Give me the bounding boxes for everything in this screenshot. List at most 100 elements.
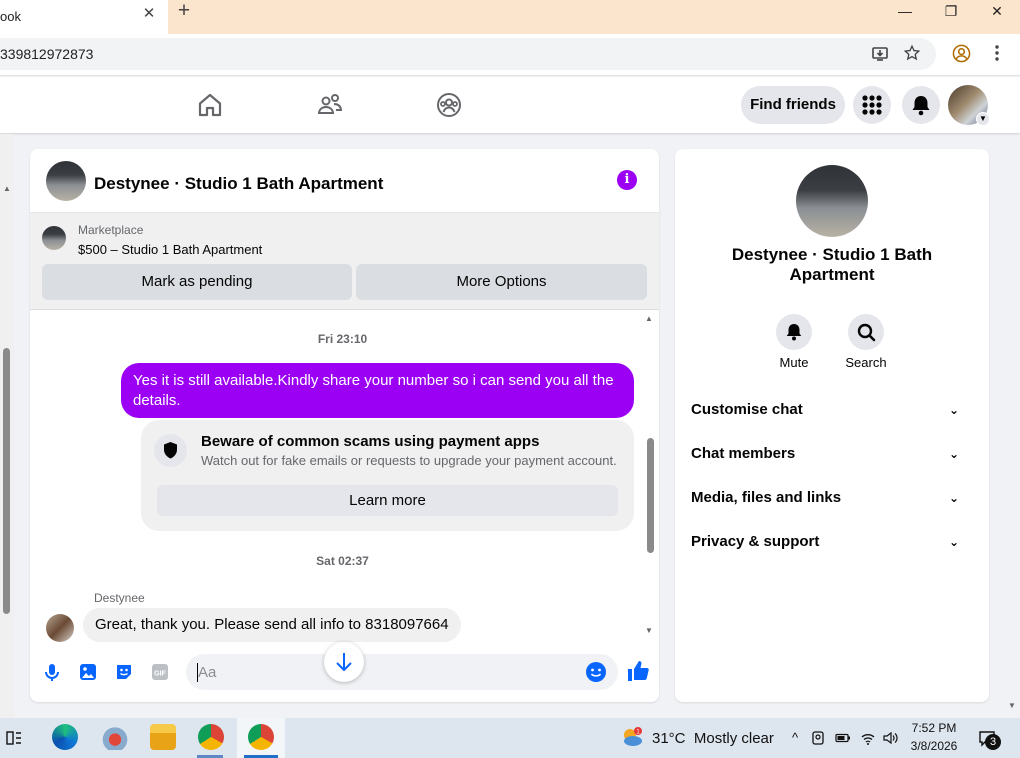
battery-icon[interactable] bbox=[835, 730, 851, 746]
menu-grid-button[interactable] bbox=[853, 86, 891, 124]
marketplace-label: Marketplace bbox=[78, 223, 144, 237]
find-friends-button[interactable]: Find friends bbox=[741, 86, 845, 124]
scam-warning-card: Beware of common scams using payment app… bbox=[141, 420, 634, 531]
browser-tab[interactable]: ook ✕ bbox=[0, 0, 168, 34]
gif-icon[interactable]: GIF bbox=[149, 661, 171, 683]
mark-as-pending-button[interactable]: Mark as pending bbox=[42, 264, 352, 300]
chevron-down-icon: ⌄ bbox=[948, 491, 959, 505]
menu-grid-icon bbox=[862, 95, 882, 115]
sender-avatar[interactable] bbox=[46, 614, 74, 642]
chevron-down-icon: ⌄ bbox=[948, 447, 959, 461]
message-scroll-up-icon[interactable]: ▲ bbox=[645, 314, 653, 323]
chat-title[interactable]: Destynee · Studio 1 Bath Apartment bbox=[94, 174, 383, 194]
message-list: Fri 23:10 Yes it is still available.Kind… bbox=[30, 310, 659, 642]
message-scroll-thumb[interactable] bbox=[647, 438, 654, 553]
notifications-bell-icon bbox=[912, 96, 930, 116]
page-scrollbar-right[interactable]: ▼ bbox=[1006, 134, 1020, 718]
sent-message-bubble[interactable]: Yes it is still available.Kindly share y… bbox=[121, 363, 634, 418]
temperature: 31°C bbox=[652, 730, 686, 747]
row-label: Media, files and links bbox=[691, 489, 842, 506]
chat-panel: Destynee · Studio 1 Bath Apartment i Mar… bbox=[30, 149, 659, 702]
arrow-down-icon bbox=[336, 653, 352, 672]
notification-count-badge: 3 bbox=[985, 734, 1001, 750]
info-icon[interactable]: i bbox=[617, 170, 637, 190]
scroll-to-bottom-button[interactable] bbox=[324, 642, 364, 682]
search-icon bbox=[857, 323, 876, 342]
chrome-profile-window-icon[interactable] bbox=[248, 724, 274, 750]
volume-icon[interactable] bbox=[882, 730, 898, 746]
chevron-down-icon: ⌄ bbox=[948, 535, 959, 549]
weather-condition: Mostly clear bbox=[693, 730, 774, 747]
svg-text:GIF: GIF bbox=[154, 671, 166, 678]
mute-label: Mute bbox=[779, 355, 809, 370]
received-message-bubble[interactable]: Great, thank you. Please send all info t… bbox=[83, 608, 461, 642]
friends-icon[interactable] bbox=[317, 92, 343, 118]
bell-icon bbox=[786, 324, 802, 341]
scroll-down-arrow-icon[interactable]: ▼ bbox=[1008, 701, 1016, 710]
window-close-icon[interactable]: ✕ bbox=[974, 0, 1020, 22]
account-chevron-down-icon[interactable]: ▼ bbox=[976, 112, 990, 126]
mute-button[interactable] bbox=[776, 314, 812, 350]
clock-date[interactable]: 3/8/2026 bbox=[905, 739, 963, 753]
url-text[interactable]: 339812972873 bbox=[0, 46, 93, 62]
install-app-icon[interactable] bbox=[871, 45, 889, 63]
paint-app-icon[interactable] bbox=[102, 724, 128, 750]
timestamp: Sat 02:37 bbox=[316, 554, 369, 568]
marketplace-banner: Marketplace $500 – Studio 1 Bath Apartme… bbox=[30, 213, 659, 310]
chat-info-panel: Destynee · Studio 1 Bath Apartment Mute … bbox=[675, 149, 989, 702]
left-scroll-thumb[interactable] bbox=[3, 348, 10, 614]
tab-close-icon[interactable]: ✕ bbox=[140, 5, 158, 23]
chevron-down-icon: ⌄ bbox=[948, 403, 959, 417]
search-button[interactable] bbox=[848, 314, 884, 350]
row-label: Customise chat bbox=[691, 401, 803, 418]
message-input-placeholder: Aa bbox=[198, 664, 217, 681]
task-view-icon[interactable] bbox=[5, 729, 23, 747]
bookmark-star-icon[interactable] bbox=[903, 44, 921, 62]
media-files-links-row[interactable]: Media, files and links ⌄ bbox=[691, 489, 973, 513]
scam-warning-title: Beware of common scams using payment app… bbox=[201, 433, 540, 450]
weather-text[interactable]: 31°C Mostly clear bbox=[652, 730, 774, 747]
scroll-up-arrow-icon[interactable]: ▲ bbox=[3, 184, 11, 193]
weather-moon-cloud-icon[interactable]: 1 bbox=[620, 727, 644, 747]
learn-more-button[interactable]: Learn more bbox=[157, 485, 618, 516]
restore-icon[interactable]: ❐ bbox=[928, 0, 974, 22]
marketplace-thumbnail bbox=[42, 226, 66, 250]
wifi-icon[interactable] bbox=[860, 730, 876, 746]
listing-thumbnail[interactable] bbox=[46, 161, 86, 201]
tab-title: ook bbox=[0, 9, 21, 24]
minimize-icon[interactable]: — bbox=[882, 0, 928, 22]
home-icon[interactable] bbox=[197, 92, 223, 118]
microphone-icon[interactable] bbox=[41, 661, 63, 683]
customise-chat-row[interactable]: Customise chat ⌄ bbox=[691, 401, 973, 425]
hidden-icons-chevron-icon[interactable]: ^ bbox=[787, 730, 803, 746]
message-scroll-down-icon[interactable]: ▼ bbox=[645, 626, 653, 635]
timestamp: Fri 23:10 bbox=[317, 332, 368, 346]
emoji-icon[interactable] bbox=[585, 661, 607, 683]
listing-profile-image[interactable] bbox=[796, 165, 868, 237]
chrome-profile-icon[interactable] bbox=[952, 44, 971, 63]
row-label: Privacy & support bbox=[691, 533, 820, 550]
chrome-menu-icon[interactable] bbox=[992, 44, 1002, 62]
groups-icon[interactable] bbox=[436, 92, 462, 118]
photo-icon[interactable] bbox=[77, 661, 99, 683]
address-bar[interactable] bbox=[0, 38, 936, 70]
sticker-icon[interactable] bbox=[113, 661, 135, 683]
more-options-button[interactable]: More Options bbox=[356, 264, 647, 300]
chrome-icon[interactable] bbox=[198, 724, 224, 750]
sender-name: Destynee bbox=[94, 591, 145, 605]
chat-members-row[interactable]: Chat members ⌄ bbox=[691, 445, 973, 469]
clock-time[interactable]: 7:52 PM bbox=[905, 721, 963, 735]
scam-warning-subtitle: Watch out for fake emails or requests to… bbox=[201, 453, 617, 468]
thumbs-up-icon[interactable] bbox=[626, 659, 649, 681]
edge-browser-icon[interactable] bbox=[52, 724, 78, 750]
privacy-support-row[interactable]: Privacy & support ⌄ bbox=[691, 533, 973, 557]
search-label: Search bbox=[845, 355, 887, 370]
chat-header: Destynee · Studio 1 Bath Apartment i bbox=[30, 149, 659, 213]
message-input[interactable]: Aa bbox=[186, 654, 618, 690]
info-panel-title: Destynee · Studio 1 Bath Apartment bbox=[731, 245, 933, 284]
notifications-button[interactable] bbox=[902, 86, 940, 124]
listing-title[interactable]: $500 – Studio 1 Bath Apartment bbox=[78, 242, 262, 257]
new-tab-icon[interactable]: + bbox=[175, 0, 193, 21]
file-explorer-icon[interactable] bbox=[150, 724, 176, 750]
meet-now-icon[interactable] bbox=[810, 730, 826, 746]
